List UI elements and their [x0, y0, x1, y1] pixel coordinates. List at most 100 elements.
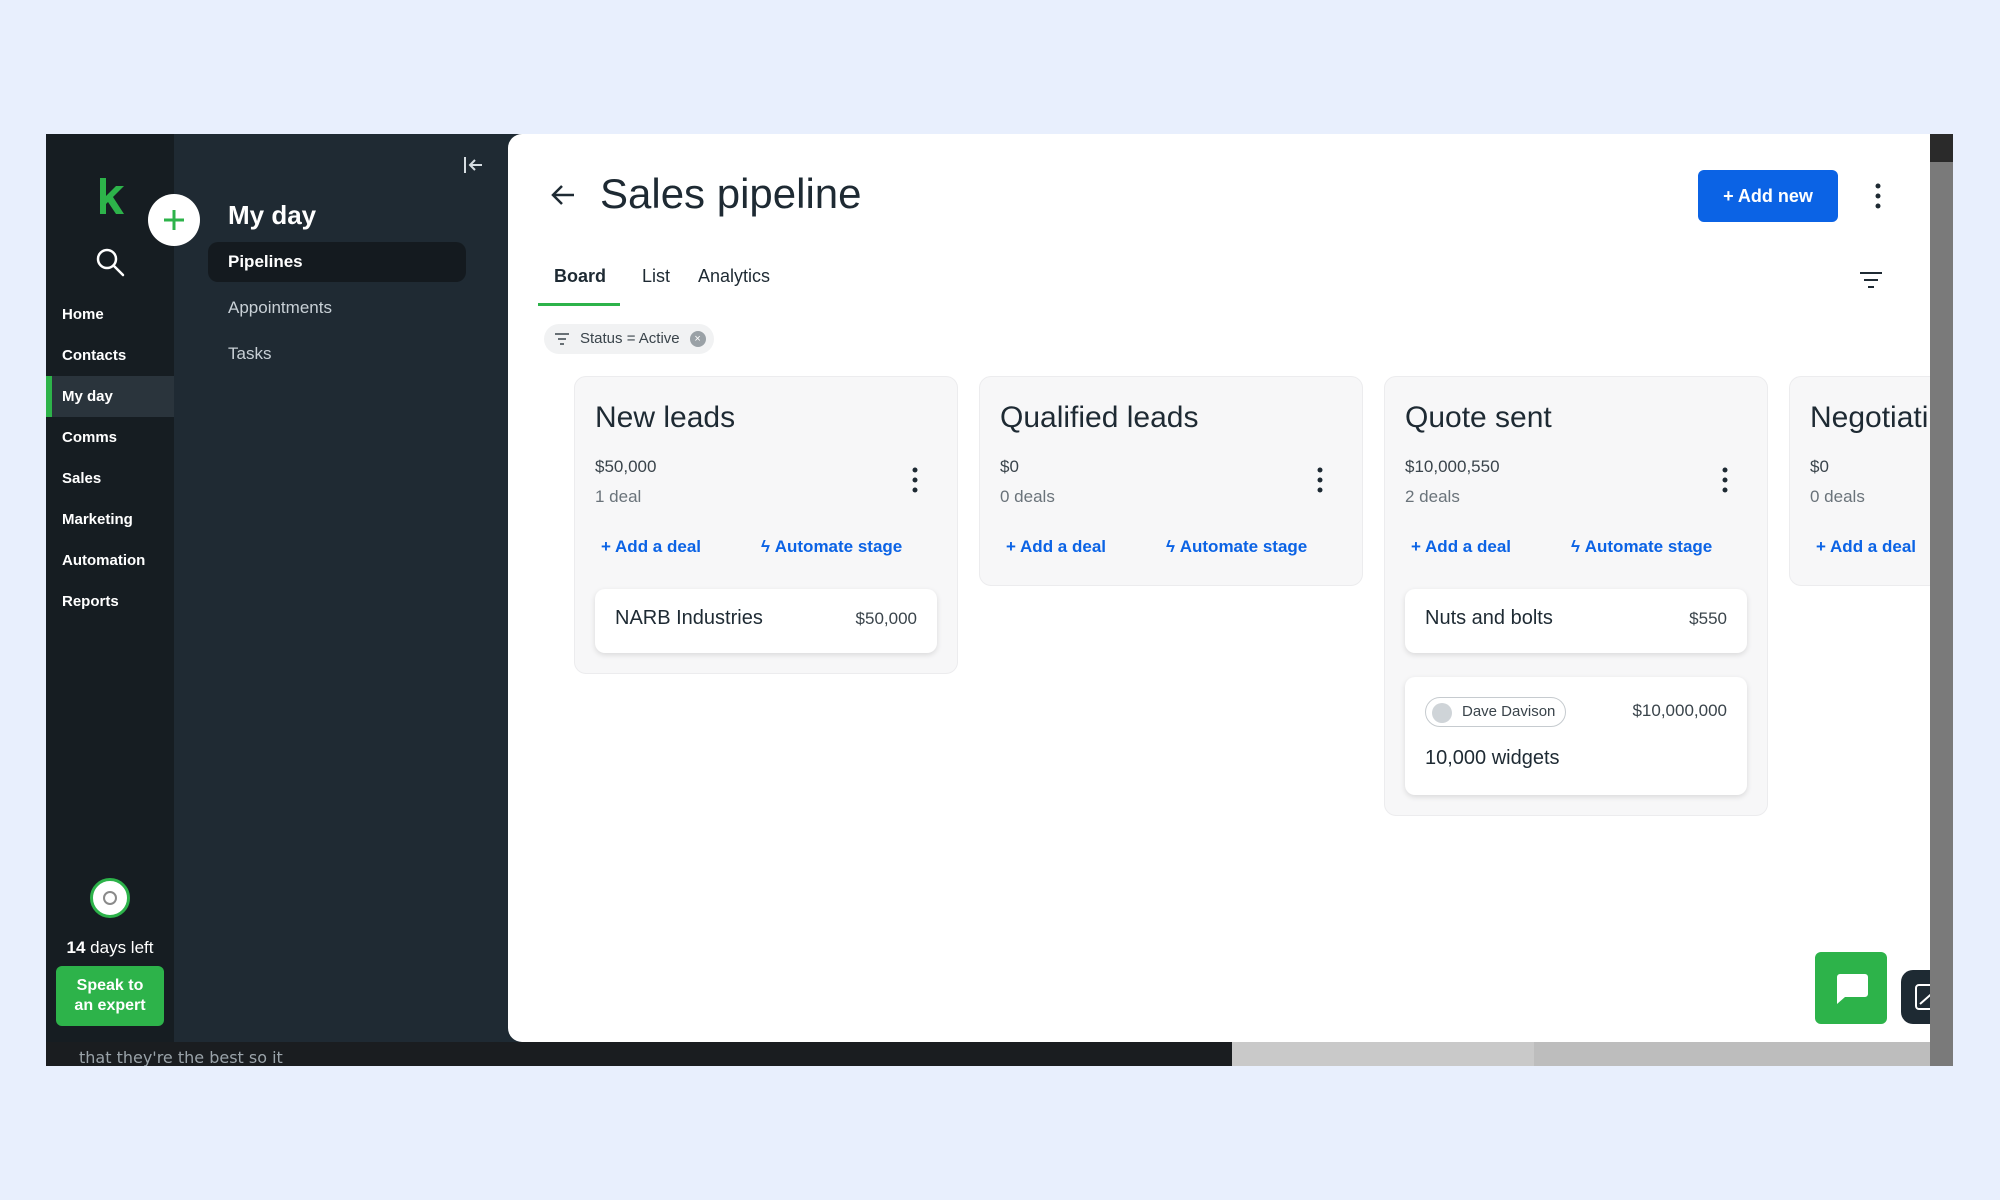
column-amount: $0	[1810, 457, 1829, 476]
deal-name: NARB Industries	[615, 607, 763, 629]
trial-days-suffix: days left	[85, 938, 154, 957]
plus-icon: +	[1006, 537, 1021, 556]
filter-chip-label: Status = Active	[580, 330, 680, 347]
add-deal-label: Add a deal	[615, 537, 701, 556]
deal-name: 10,000 widgets	[1425, 747, 1560, 769]
column-deal-count: 0 deals	[1810, 487, 1865, 506]
automate-stage-label: Automate stage	[1179, 537, 1308, 556]
panel-item-pipelines[interactable]: Pipelines	[208, 242, 466, 282]
tab-analytics[interactable]: Analytics	[698, 258, 770, 306]
pipeline-column-qualified-leads: Qualified leads $0 0 deals + Add a deal …	[979, 376, 1363, 586]
keap-logo-icon[interactable]	[96, 176, 126, 216]
secondary-panel: My day Pipelines Appointments Tasks	[148, 134, 508, 1042]
filter-icon	[555, 333, 569, 345]
panel-item-appointments[interactable]: Appointments	[208, 288, 466, 328]
background-region	[1930, 134, 1953, 162]
deal-card[interactable]: Dave Davison $10,000,000 10,000 widgets	[1405, 677, 1747, 795]
owner-name: Dave Davison	[1462, 703, 1556, 720]
automate-stage-label: Automate stage	[1584, 537, 1713, 556]
add-deal-button[interactable]: + Add a deal	[1411, 537, 1511, 557]
pipeline-column-new-leads: New leads $50,000 1 deal + Add a deal ϟ …	[574, 376, 958, 674]
nav-item-automation[interactable]: Automation	[46, 540, 174, 581]
trial-days-count: 14	[66, 938, 86, 957]
avatar[interactable]	[90, 878, 130, 918]
add-deal-label: Add a deal	[1425, 537, 1511, 556]
background-region	[1534, 1042, 1953, 1066]
nav-item-my-day[interactable]: My day	[46, 376, 174, 417]
add-deal-label: Add a deal	[1020, 537, 1106, 556]
add-new-label: Add new	[1737, 186, 1813, 206]
search-icon[interactable]	[94, 246, 126, 278]
automate-stage-button[interactable]: ϟ Automate stage	[1571, 537, 1712, 557]
automate-stage-button[interactable]: ϟ Automate stage	[1166, 537, 1307, 557]
column-deal-count: 1 deal	[595, 487, 642, 506]
background-window-edge	[1930, 134, 1953, 1066]
nav-item-home[interactable]: Home	[46, 294, 174, 335]
pipeline-column-quote-sent: Quote sent $10,000,550 2 deals + Add a d…	[1384, 376, 1768, 816]
more-vertical-icon[interactable]	[905, 465, 925, 495]
nav-item-comms[interactable]: Comms	[46, 417, 174, 458]
add-deal-button[interactable]: + Add a deal	[601, 537, 701, 557]
app-window: Home Contacts My day Comms Sales Marketi…	[46, 134, 1953, 1066]
tab-list[interactable]: List	[642, 258, 670, 306]
pipeline-column-negotiating: Negotiating $0 0 deals + Add a deal	[1789, 376, 1949, 586]
deal-card[interactable]: Nuts and bolts $550	[1405, 589, 1747, 653]
deal-value: $10,000,000	[1632, 701, 1727, 720]
plus-icon: +	[1723, 186, 1738, 206]
column-deal-count: 2 deals	[1405, 487, 1460, 506]
column-title: Qualified leads	[1000, 401, 1199, 434]
plus-icon: +	[1816, 537, 1831, 556]
automate-stage-button[interactable]: ϟ Automate stage	[761, 537, 902, 557]
deal-card[interactable]: NARB Industries $50,000	[595, 589, 937, 653]
more-vertical-icon[interactable]	[1310, 465, 1330, 495]
column-deal-count: 0 deals	[1000, 487, 1055, 506]
filter-chip[interactable]: Status = Active ×	[544, 324, 714, 354]
speak-line-1: Speak to	[76, 977, 144, 994]
column-amount: $10,000,550	[1405, 457, 1500, 476]
filter-icon[interactable]	[1858, 268, 1884, 292]
chat-button[interactable]	[1815, 952, 1887, 1024]
nav-item-contacts[interactable]: Contacts	[46, 335, 174, 376]
nav-item-sales[interactable]: Sales	[46, 458, 174, 499]
lightning-icon: ϟ	[1166, 537, 1180, 556]
deal-value: $550	[1689, 609, 1727, 628]
add-new-button[interactable]: + Add new	[1698, 170, 1838, 222]
column-amount: $0	[1000, 457, 1019, 476]
plus-icon: +	[1411, 537, 1426, 556]
column-title: Negotiating	[1810, 401, 1949, 434]
nav-rail: Home Contacts My day Comms Sales Marketi…	[46, 134, 174, 1042]
trial-days-left: 14 days left	[46, 938, 174, 958]
tab-board[interactable]: Board	[538, 258, 620, 306]
main-content: Sales pipeline + Add new Board List Anal…	[508, 134, 1953, 1042]
add-deal-label: Add a deal	[1830, 537, 1916, 556]
speak-to-expert-button[interactable]: Speak to an expert	[56, 966, 164, 1026]
panel-item-tasks[interactable]: Tasks	[208, 334, 466, 374]
speak-line-2: an expert	[74, 997, 146, 1014]
automate-stage-label: Automate stage	[774, 537, 903, 556]
column-title: New leads	[595, 401, 736, 434]
close-icon[interactable]: ×	[689, 331, 706, 347]
more-vertical-icon[interactable]	[1868, 178, 1888, 214]
panel-title: My day	[228, 200, 317, 230]
avatar-placeholder-icon	[103, 891, 117, 905]
lightning-icon: ϟ	[761, 537, 775, 556]
plus-icon	[164, 210, 184, 230]
main-nav: Home Contacts My day Comms Sales Marketi…	[46, 294, 174, 622]
add-deal-button[interactable]: + Add a deal	[1816, 537, 1916, 557]
deal-value: $50,000	[855, 609, 917, 628]
nav-item-reports[interactable]: Reports	[46, 581, 174, 622]
arrow-left-icon[interactable]	[548, 180, 578, 210]
nav-item-marketing[interactable]: Marketing	[46, 499, 174, 540]
more-vertical-icon[interactable]	[1715, 465, 1735, 495]
deal-name: Nuts and bolts	[1425, 607, 1553, 629]
background-window-strip: that they're the best so it	[46, 1042, 1953, 1066]
collapse-panel-icon[interactable]	[460, 152, 486, 178]
chat-icon	[1837, 974, 1868, 1004]
page-title: Sales pipeline	[600, 170, 862, 217]
owner-pill: Dave Davison	[1425, 697, 1567, 727]
column-amount: $50,000	[595, 457, 657, 476]
background-text: that they're the best so it	[79, 1048, 283, 1066]
quick-add-button[interactable]	[148, 194, 200, 246]
lightning-icon: ϟ	[1571, 537, 1585, 556]
add-deal-button[interactable]: + Add a deal	[1006, 537, 1106, 557]
